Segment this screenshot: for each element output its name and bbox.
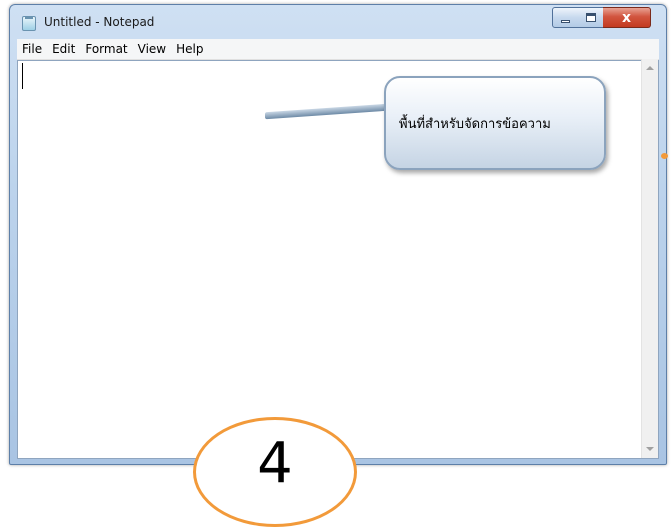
window-title: Untitled - Notepad bbox=[44, 15, 155, 29]
close-icon: x bbox=[621, 9, 632, 26]
notepad-window: Untitled - Notepad x File Edit Format Vi… bbox=[9, 4, 667, 465]
callout-text: พื้นที่สำหรับจัดการข้อความ bbox=[399, 116, 551, 132]
menu-help[interactable]: Help bbox=[171, 39, 208, 60]
title-bar[interactable]: Untitled - Notepad x bbox=[10, 5, 666, 38]
vertical-scrollbar[interactable] bbox=[641, 59, 658, 458]
menu-format[interactable]: Format bbox=[80, 39, 132, 60]
notepad-icon bbox=[22, 16, 36, 31]
close-button[interactable]: x bbox=[603, 7, 651, 28]
step-badge: 4 bbox=[193, 417, 357, 527]
scroll-down-arrow-icon[interactable] bbox=[646, 447, 654, 451]
scroll-up-arrow-icon[interactable] bbox=[646, 66, 654, 70]
menu-bar: File Edit Format View Help bbox=[17, 39, 659, 60]
menu-view[interactable]: View bbox=[133, 39, 171, 60]
menu-file[interactable]: File bbox=[17, 39, 47, 60]
callout-box: พื้นที่สำหรับจัดการข้อความ bbox=[384, 76, 606, 170]
maximize-icon bbox=[585, 13, 596, 22]
minimize-button[interactable] bbox=[552, 7, 579, 28]
maximize-button[interactable] bbox=[578, 7, 604, 28]
minimize-icon bbox=[561, 19, 570, 23]
step-number: 4 bbox=[257, 431, 293, 496]
menu-edit[interactable]: Edit bbox=[47, 39, 80, 60]
orange-marker bbox=[661, 153, 668, 159]
